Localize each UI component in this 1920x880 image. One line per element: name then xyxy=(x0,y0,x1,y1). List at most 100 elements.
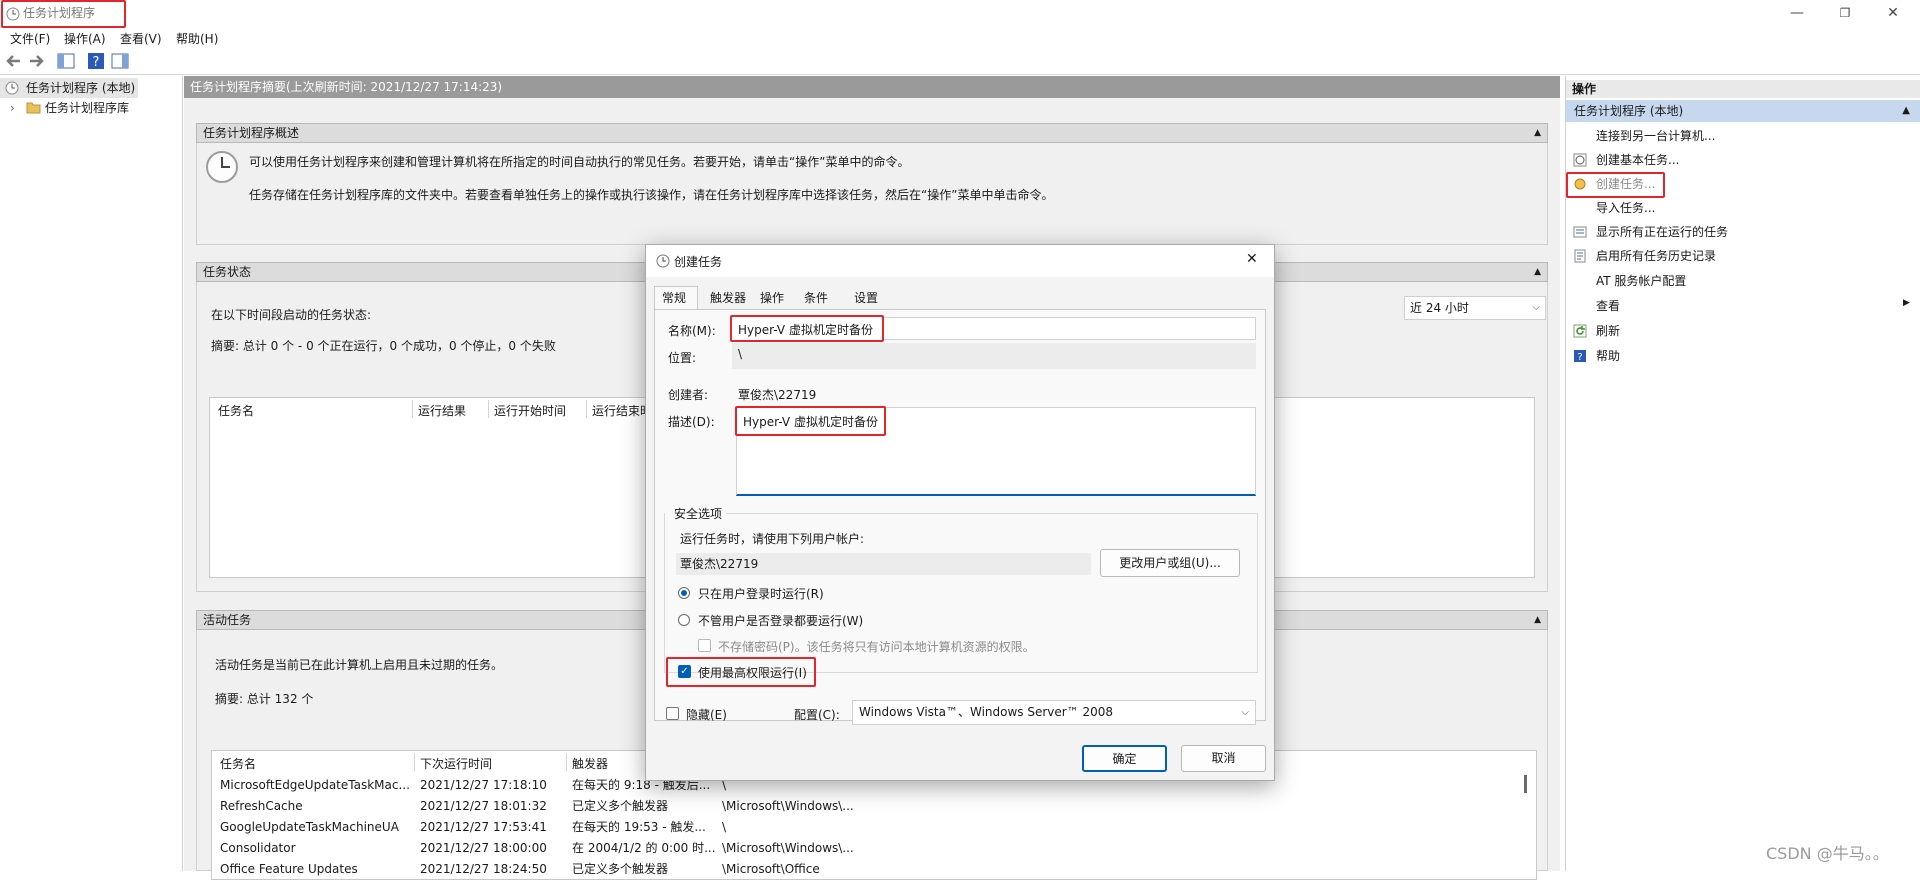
action-create-basic[interactable]: 创建基本任务... xyxy=(1596,150,1679,170)
overview-title: 任务计划程序概述 xyxy=(203,126,300,140)
checkbox-highest-privileges[interactable]: ✓ xyxy=(678,665,691,678)
folder-icon xyxy=(26,102,41,114)
back-icon[interactable] xyxy=(4,51,24,71)
col-task-name[interactable]: 任务名 xyxy=(220,755,256,772)
help-icon: ? xyxy=(1574,350,1586,363)
chevron-down-icon: ⌵ xyxy=(1532,302,1540,313)
tab-triggers[interactable]: 触发器 xyxy=(710,287,746,309)
status-title: 任务状态 xyxy=(203,265,252,279)
navigation-tree: 任务计划程序 (本地) › 任务计划程序库 xyxy=(0,76,183,871)
toolbar: ? xyxy=(0,47,1920,75)
collapse-icon[interactable]: ▲ xyxy=(1534,124,1541,142)
overview-section-header[interactable]: 任务计划程序概述 ▲ xyxy=(196,123,1548,143)
checkbox-no-store-password-label[interactable]: 不存储密码(P)。该任务将只有访问本地计算机资源的权限。 xyxy=(718,638,1035,655)
history-icon xyxy=(1574,249,1586,263)
checkbox-hidden[interactable] xyxy=(666,707,679,720)
actions-header: 操作 xyxy=(1566,80,1920,98)
author-value: 覃俊杰\22719 xyxy=(738,388,817,402)
column-divider[interactable] xyxy=(586,400,587,418)
title-bar: 任务计划程序 — ❐ ✕ xyxy=(0,0,1920,30)
column-divider[interactable] xyxy=(414,753,415,771)
description-highlight: Hyper-V 虚拟机定时备份 xyxy=(735,406,886,436)
close-button[interactable]: ✕ xyxy=(1870,0,1916,30)
dialog-close-icon[interactable]: ✕ xyxy=(1246,251,1258,267)
column-divider[interactable] xyxy=(412,400,413,418)
checkbox-hidden-label[interactable]: 隐藏(E) xyxy=(686,706,727,723)
maximize-button[interactable]: ❐ xyxy=(1822,0,1868,30)
tab-general[interactable]: 常规 xyxy=(662,287,686,309)
ok-button[interactable]: 确定 xyxy=(1082,745,1167,772)
action-import[interactable]: 导入任务... xyxy=(1596,198,1655,218)
action-connect[interactable]: 连接到另一台计算机... xyxy=(1596,126,1715,146)
name-input[interactable]: Hyper-V 虚拟机定时备份 xyxy=(730,315,884,342)
checkbox-no-store-password[interactable] xyxy=(698,639,711,652)
tab-actions[interactable]: 操作 xyxy=(760,287,784,309)
col-task-name[interactable]: 任务名 xyxy=(218,402,254,419)
status-summary: 摘要: 总计 0 个 - 0 个正在运行，0 个成功，0 个停止，0 个失败 xyxy=(211,339,556,353)
period-select-value: 近 24 小时 xyxy=(1410,301,1469,315)
tree-root[interactable]: 任务计划程序 (本地) xyxy=(0,78,138,98)
location-value-box: \ xyxy=(732,343,1256,369)
config-select[interactable]: Windows Vista™、Windows Server™ 2008 ⌵ xyxy=(852,700,1256,725)
location-label: 位置: xyxy=(668,351,697,365)
action-show-running[interactable]: 显示所有正在运行的任务 xyxy=(1596,222,1728,242)
menu-bar: 文件(F) 操作(A) 查看(V) 帮助(H) xyxy=(0,30,1920,47)
radio-run-when-logged-on-label[interactable]: 只在用户登录时运行(R) xyxy=(698,585,824,602)
collapse-icon[interactable]: ▲ xyxy=(1902,100,1910,122)
tree-library[interactable]: › 任务计划程序库 xyxy=(0,98,160,118)
radio-run-when-logged-on[interactable] xyxy=(678,587,690,599)
expand-chevron-icon[interactable]: › xyxy=(10,98,15,118)
svg-text:?: ? xyxy=(1577,352,1582,363)
actions-group-header[interactable]: 任务计划程序 (本地) ▲ xyxy=(1566,100,1920,122)
dialog-title: 创建任务 xyxy=(674,255,723,269)
watermark: CSDN @牛马。。 xyxy=(1766,844,1889,863)
show-action-pane-icon[interactable] xyxy=(110,51,130,71)
tab-conditions[interactable]: 条件 xyxy=(804,287,828,309)
show-tree-icon[interactable] xyxy=(56,51,76,71)
overview-line1: 可以使用任务计划程序来创建和管理计算机将在所指定的时间自动执行的常见任务。若要开… xyxy=(249,155,910,169)
clock-icon xyxy=(656,254,670,268)
menu-action[interactable]: 操作(A) xyxy=(64,30,106,47)
location-value: \ xyxy=(738,347,743,361)
radio-run-whether-logged-on-label[interactable]: 不管用户是否登录都要运行(W) xyxy=(698,612,863,629)
col-trigger[interactable]: 触发器 xyxy=(572,755,608,772)
forward-icon[interactable] xyxy=(26,51,46,71)
refresh-icon xyxy=(1573,324,1587,338)
collapse-icon[interactable]: ▲ xyxy=(1534,611,1541,629)
checkbox-highest-privileges-label[interactable]: 使用最高权限运行(I) xyxy=(698,664,807,681)
help-icon[interactable]: ? xyxy=(86,51,106,71)
name-label: 名称(M): xyxy=(668,324,716,338)
cancel-button[interactable]: 取消 xyxy=(1181,745,1266,772)
menu-help[interactable]: 帮助(H) xyxy=(176,30,218,47)
annotation-box-create-task xyxy=(1566,172,1665,198)
action-view[interactable]: 查看 xyxy=(1596,296,1620,316)
col-next-run[interactable]: 下次运行时间 xyxy=(420,755,492,772)
col-run-result[interactable]: 运行结果 xyxy=(418,402,466,419)
col-run-start[interactable]: 运行开始时间 xyxy=(494,402,566,419)
tab-settings[interactable]: 设置 xyxy=(854,287,878,309)
submenu-arrow-icon: ▶ xyxy=(1903,298,1910,308)
minimize-button[interactable]: — xyxy=(1774,0,1820,30)
action-help[interactable]: 帮助 xyxy=(1596,346,1620,366)
change-user-button[interactable]: 更改用户或组(U)... xyxy=(1100,549,1240,577)
menu-file[interactable]: 文件(F) xyxy=(10,30,50,47)
action-at-config[interactable]: AT 服务帐户配置 xyxy=(1596,271,1686,291)
scrollbar-thumb[interactable] xyxy=(1524,775,1527,793)
action-enable-history[interactable]: 启用所有任务历史记录 xyxy=(1596,246,1716,266)
col-run-end[interactable]: 运行结束时 xyxy=(592,402,652,419)
column-divider[interactable] xyxy=(488,400,489,418)
description-value: Hyper-V 虚拟机定时备份 xyxy=(743,415,878,429)
collapse-icon[interactable]: ▲ xyxy=(1534,263,1541,281)
menu-view[interactable]: 查看(V) xyxy=(120,30,162,47)
action-refresh[interactable]: 刷新 xyxy=(1596,321,1620,341)
status-period-label: 在以下时间段启动的任务状态: xyxy=(211,308,372,322)
active-title: 活动任务 xyxy=(203,613,252,627)
period-select[interactable]: 近 24 小时 ⌵ xyxy=(1404,296,1546,320)
run-as-label: 运行任务时，请使用下列用户帐户: xyxy=(680,532,865,546)
clock-icon xyxy=(206,151,238,183)
overview-line2: 任务存储在任务计划程序库的文件夹中。若要查看单独任务上的操作或执行该操作，请在任… xyxy=(249,188,1054,202)
clock-icon xyxy=(5,81,19,95)
column-divider[interactable] xyxy=(566,753,567,771)
name-input-rest xyxy=(900,317,1256,340)
radio-run-whether-logged-on[interactable] xyxy=(678,614,690,626)
